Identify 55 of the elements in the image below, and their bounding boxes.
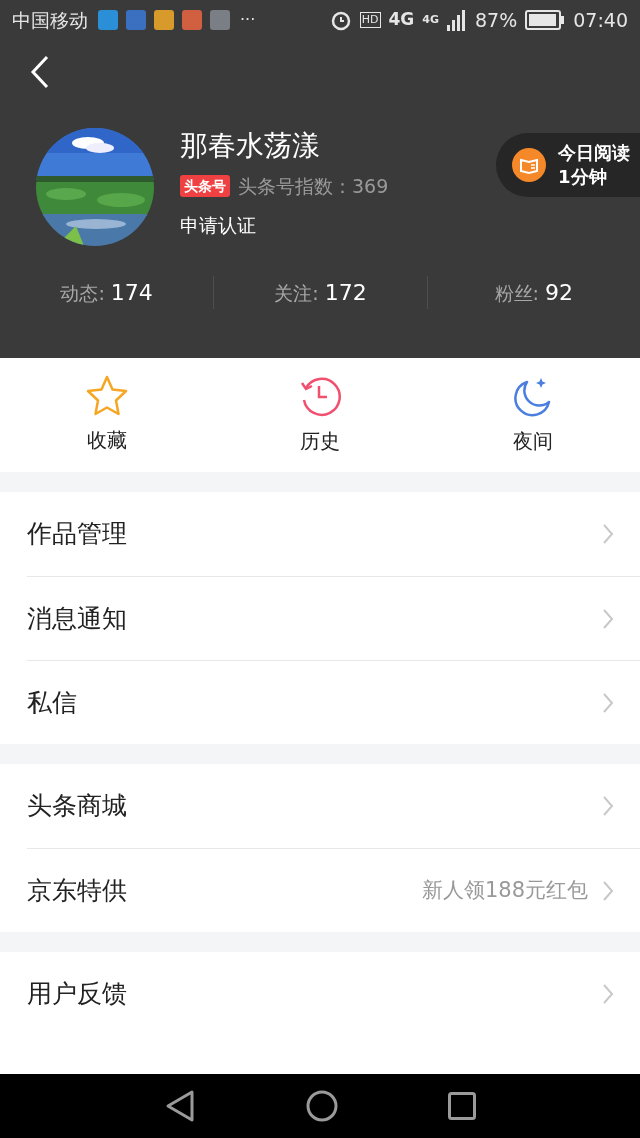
- clock: 07:40: [573, 7, 628, 33]
- menu-label: 用户反馈: [27, 978, 127, 1011]
- notification-icon: [182, 10, 202, 30]
- stat-label: 关注:: [274, 281, 319, 306]
- menu-item[interactable]: 消息通知: [27, 576, 640, 660]
- battery-icon: [525, 10, 566, 30]
- menu-label: 作品管理: [27, 518, 127, 551]
- chevron-icon: [602, 523, 614, 545]
- menu-item[interactable]: 作品管理: [27, 492, 640, 576]
- user-name: 那春水荡漾: [180, 128, 321, 164]
- more-indicator: ···: [240, 9, 256, 31]
- menu-label: 头条商城: [27, 790, 127, 823]
- notification-icon: [154, 10, 174, 30]
- menu-label: 京东特供: [27, 874, 127, 907]
- alarm-icon: [329, 9, 352, 31]
- reading-time-card[interactable]: 今日阅读 1分钟: [496, 133, 640, 197]
- menu-label: 消息通知: [27, 602, 127, 635]
- recent-apps-icon[interactable]: [448, 1092, 476, 1120]
- reading-time: 1分钟: [558, 165, 608, 189]
- battery-percent: 87%: [475, 7, 518, 33]
- stat-label: 粉丝:: [494, 281, 539, 306]
- shortcut-button[interactable]: 夜间: [426, 358, 640, 472]
- network-type: 4G: [422, 11, 439, 28]
- chevron-icon: [602, 879, 614, 902]
- stat-value: 92: [545, 279, 573, 307]
- hd-indicator: HD: [359, 12, 381, 28]
- reading-label: 今日阅读: [558, 141, 630, 165]
- chevron-icon: [602, 795, 614, 817]
- book-icon: [512, 148, 546, 182]
- back-icon[interactable]: [164, 1089, 196, 1123]
- notification-icon: [210, 10, 230, 30]
- menu-note: 新人领188元红包: [421, 876, 588, 904]
- star-icon: [84, 375, 129, 417]
- chevron-icon: [602, 607, 614, 630]
- home-icon[interactable]: [306, 1090, 338, 1122]
- account-index: 头条号指数：369: [238, 174, 389, 199]
- menu-item[interactable]: 京东特供 新人领188元红包: [27, 848, 640, 932]
- shortcut-button[interactable]: 收藏: [0, 358, 214, 472]
- menu-item[interactable]: 头条商城: [27, 764, 640, 848]
- back-icon[interactable]: [30, 55, 50, 89]
- verify-link[interactable]: 申请认证: [180, 210, 389, 239]
- stat-value: 172: [324, 279, 367, 307]
- shortcut-button[interactable]: 历史: [213, 358, 427, 472]
- stat-value: 174: [110, 279, 153, 307]
- menu-label: 私信: [27, 686, 77, 719]
- chevron-icon: [602, 983, 614, 1005]
- notification-icon: [126, 10, 146, 30]
- menu-item[interactable]: 私信: [27, 660, 640, 744]
- carrier-name: 中国移动: [12, 7, 88, 33]
- stat-label: 动态:: [60, 281, 105, 306]
- chevron-icon: [602, 691, 614, 714]
- network-type: 4G: [388, 8, 415, 32]
- account-badge: 头条号: [180, 175, 230, 198]
- notification-icon: [98, 10, 118, 30]
- signal-icon: [447, 9, 467, 31]
